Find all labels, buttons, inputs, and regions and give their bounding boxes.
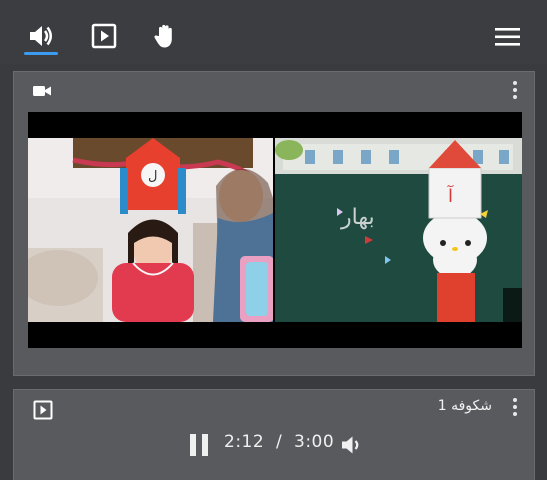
svg-text:ل: ل: [148, 169, 157, 184]
media-panel: شکوفه 1 2:12 / 3:00: [13, 389, 535, 480]
hand-icon: [154, 24, 172, 48]
play-box-icon: [91, 23, 117, 49]
active-tab-indicator: [24, 52, 58, 55]
top-toolbar: [0, 0, 547, 64]
play-media-button[interactable]: [90, 22, 118, 50]
video-player[interactable]: ل بهار آ: [28, 112, 522, 348]
media-controls: 2:12 / 3:00: [14, 430, 536, 462]
video-frame-right: بهار آ: [275, 138, 522, 322]
audio-button[interactable]: [27, 22, 55, 50]
play-box-icon: [33, 400, 53, 424]
video-camera-icon: [32, 83, 52, 103]
volume-button[interactable]: [340, 433, 364, 457]
hamburger-menu-button[interactable]: [494, 26, 522, 48]
volume-icon: [342, 436, 359, 454]
time-display: 2:12 / 3:00: [224, 432, 335, 452]
media-panel-more-button[interactable]: [510, 398, 520, 418]
speaker-icon: [30, 26, 52, 46]
svg-text:آ: آ: [447, 184, 454, 207]
video-frame-left: ل: [28, 138, 273, 322]
media-title: شکوفه 1: [437, 398, 492, 414]
pause-button[interactable]: [190, 434, 210, 456]
video-panel-more-button[interactable]: [510, 81, 520, 101]
raise-hand-button[interactable]: [152, 22, 180, 50]
hamburger-menu-icon: [495, 28, 520, 46]
video-panel: ل بهار آ: [13, 71, 535, 376]
svg-text:بهار: بهار: [340, 205, 375, 230]
pause-icon: [190, 434, 196, 456]
